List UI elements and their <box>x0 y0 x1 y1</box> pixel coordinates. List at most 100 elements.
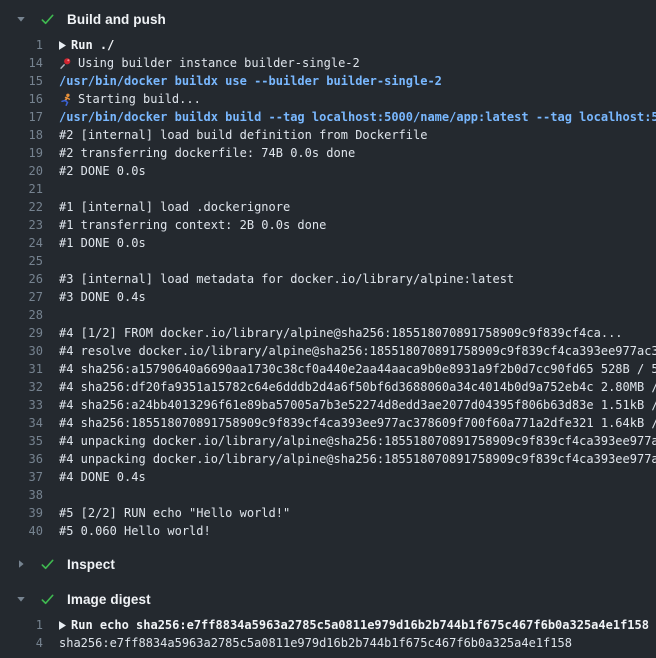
line-text: #4 sha256:a24bb4013296f61e89ba57005a7b3e… <box>59 396 656 414</box>
line-number[interactable]: 23 <box>0 216 43 234</box>
line-number[interactable]: 4 <box>0 634 43 652</box>
log-line: 23 #1 transferring context: 2B 0.0s done <box>0 216 656 234</box>
line-text: Starting build... <box>78 90 201 108</box>
log-lines: 1 Run ./ 14 Using builder instance builder-… <box>0 33 656 543</box>
line-number[interactable]: 28 <box>0 306 43 324</box>
line-number[interactable]: 34 <box>0 414 43 432</box>
line-text: #4 unpacking docker.io/library/alpine@sh… <box>59 432 656 450</box>
log-line: 17/usr/bin/docker buildx build --tag loc… <box>0 108 656 126</box>
log-group-image-digest: Image digest 1 Run echo sha256:e7ff8834a5… <box>0 585 656 655</box>
log-line: 1 Run echo sha256:e7ff8834a5963a2785c5a08… <box>0 616 656 634</box>
caret-down-icon[interactable] <box>16 14 26 24</box>
log-line: 22#1 [internal] load .dockerignore <box>0 198 656 216</box>
group-title: Image digest <box>67 592 151 607</box>
log-line: 32 #4 sha256:df20fa9351a15782c64e6dddb2d4… <box>0 378 656 396</box>
group-header-build-and-push[interactable]: Build and push <box>0 5 656 33</box>
line-text: /usr/bin/docker buildx use --builder bui… <box>59 72 442 90</box>
log-lines: 1 Run echo sha256:e7ff8834a5963a2785c5a08… <box>0 613 656 655</box>
line-content <box>59 486 656 504</box>
group-header-image-digest[interactable]: Image digest <box>0 585 656 613</box>
line-content: sha256:e7ff8834a5963a2785c5a0811e979d16b… <box>59 634 656 652</box>
line-number[interactable]: 20 <box>0 162 43 180</box>
line-content: #4 sha256:185518070891758909c9f839cf4ca3… <box>59 414 656 432</box>
log-line: 37 #4 DONE 0.4s <box>0 468 656 486</box>
caret-right-icon[interactable] <box>16 559 26 569</box>
line-number[interactable]: 1 <box>0 36 43 54</box>
check-icon <box>40 592 55 607</box>
line-number[interactable]: 1 <box>0 616 43 634</box>
line-text: #1 transferring context: 2B 0.0s done <box>59 216 326 234</box>
log-line: 38 <box>0 486 656 504</box>
line-number[interactable]: 25 <box>0 252 43 270</box>
log-line: 34 #4 sha256:185518070891758909c9f839cf4c… <box>0 414 656 432</box>
runner-icon <box>59 93 72 106</box>
line-number[interactable]: 18 <box>0 126 43 144</box>
log-line: 30#4 resolve docker.io/library/alpine@sh… <box>0 342 656 360</box>
log-line: 31 #4 sha256:a15790640a6690aa1730c38cf0a4… <box>0 360 656 378</box>
log-line: 27 #3 DONE 0.4s <box>0 288 656 306</box>
workflow-log-viewer: Build and push 1Run ./14Using builder in… <box>0 0 656 655</box>
line-content: #4 unpacking docker.io/library/alpine@sh… <box>59 432 656 450</box>
log-line: 16 Starting build... <box>0 90 656 108</box>
check-icon <box>40 12 55 27</box>
line-number[interactable]: 27 <box>0 288 43 306</box>
line-text: #2 [internal] load build definition from… <box>59 126 427 144</box>
line-number[interactable]: 37 <box>0 468 43 486</box>
line-number[interactable]: 26 <box>0 270 43 288</box>
line-text: #3 DONE 0.4s <box>59 288 146 306</box>
line-content: #3 [internal] load metadata for docker.i… <box>59 270 656 288</box>
line-content: #4 DONE 0.4s <box>59 468 656 486</box>
line-number[interactable]: 17 <box>0 108 43 126</box>
log-line: 29 #4 [1/2] FROM docker.io/library/alpine… <box>0 324 656 342</box>
line-content: #4 sha256:a24bb4013296f61e89ba57005a7b3e… <box>59 396 656 414</box>
line-text: Using builder instance builder-single-2 <box>78 54 360 72</box>
line-number[interactable]: 15 <box>0 72 43 90</box>
line-content: #3 DONE 0.4s <box>59 288 656 306</box>
line-number[interactable]: 14 <box>0 54 43 72</box>
line-number[interactable]: 38 <box>0 486 43 504</box>
line-content: #5 0.060 Hello world! <box>59 522 656 540</box>
log-line: 25 <box>0 252 656 270</box>
line-content: /usr/bin/docker buildx build --tag local… <box>59 108 656 126</box>
line-content: #1 DONE 0.0s <box>59 234 656 252</box>
line-text: #4 sha256:a15790640a6690aa1730c38cf0a440… <box>59 360 656 378</box>
line-number[interactable]: 33 <box>0 396 43 414</box>
line-number[interactable]: 21 <box>0 180 43 198</box>
log-line: 28 <box>0 306 656 324</box>
log-line: 20 #2 DONE 0.0s <box>0 162 656 180</box>
line-number[interactable]: 40 <box>0 522 43 540</box>
group-title: Inspect <box>67 557 115 572</box>
line-text: #4 sha256:185518070891758909c9f839cf4ca3… <box>59 414 656 432</box>
line-number[interactable]: 22 <box>0 198 43 216</box>
line-number[interactable]: 24 <box>0 234 43 252</box>
check-icon <box>40 557 55 572</box>
line-text: /usr/bin/docker buildx build --tag local… <box>59 108 656 126</box>
run-expand-icon[interactable] <box>59 41 66 50</box>
line-text: #4 [1/2] FROM docker.io/library/alpine@s… <box>59 324 623 342</box>
log-group-build-and-push: Build and push 1 Run ./ 14 Using builder in… <box>0 5 656 543</box>
caret-down-icon[interactable] <box>16 594 26 604</box>
line-number[interactable]: 39 <box>0 504 43 522</box>
log-line: 4 sha256:e7ff8834a5963a2785c5a0811e979d16… <box>0 634 656 652</box>
line-number[interactable]: 29 <box>0 324 43 342</box>
log-line: 15/usr/bin/docker buildx use --builder b… <box>0 72 656 90</box>
line-number[interactable]: 36 <box>0 450 43 468</box>
line-number[interactable]: 30 <box>0 342 43 360</box>
line-content: Using builder instance builder-single-2 <box>59 54 656 72</box>
line-number[interactable]: 31 <box>0 360 43 378</box>
line-content: Run ./ <box>59 36 656 54</box>
line-number[interactable]: 16 <box>0 90 43 108</box>
group-header-inspect[interactable]: Inspect <box>0 550 656 578</box>
line-text: #2 DONE 0.0s <box>59 162 146 180</box>
line-text: #3 [internal] load metadata for docker.i… <box>59 270 514 288</box>
line-content: #4 sha256:df20fa9351a15782c64e6dddb2d4a6… <box>59 378 656 396</box>
line-number[interactable]: 35 <box>0 432 43 450</box>
line-content <box>59 252 656 270</box>
line-content: Run echo sha256:e7ff8834a5963a2785c5a081… <box>59 616 656 634</box>
run-expand-icon[interactable] <box>59 621 66 630</box>
line-number[interactable]: 19 <box>0 144 43 162</box>
pushpin-icon <box>59 57 72 70</box>
line-content: #4 [1/2] FROM docker.io/library/alpine@s… <box>59 324 656 342</box>
log-line: 24 #1 DONE 0.0s <box>0 234 656 252</box>
line-number[interactable]: 32 <box>0 378 43 396</box>
